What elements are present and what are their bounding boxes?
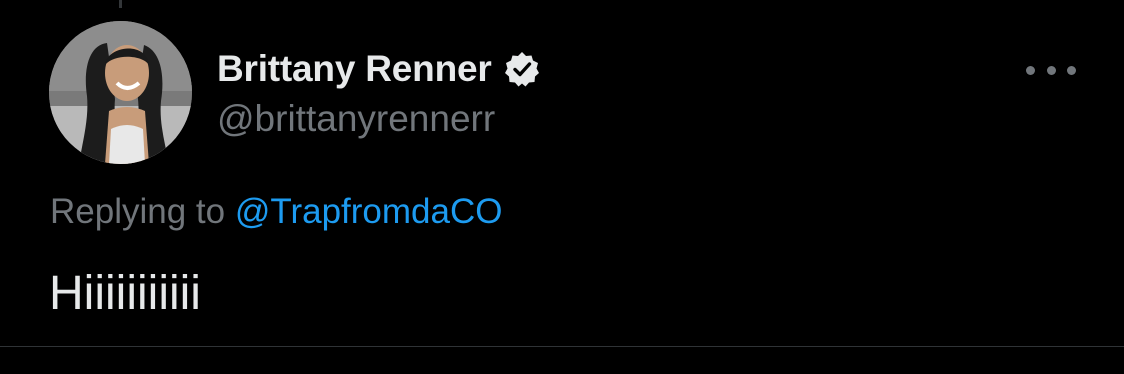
divider [0,346,1124,347]
author-handle[interactable]: @brittanyrennerr [217,98,495,140]
replying-to-mention-link[interactable]: @TrapfromdaCO [235,192,503,231]
more-horizontal-icon[interactable] [1026,56,1076,84]
profile-photo-image [49,21,192,164]
author-name-row[interactable]: Brittany Renner [217,48,540,90]
verified-badge-icon [504,52,539,87]
tweet-text: Hiiiiiiiiiii [49,267,201,320]
display-name[interactable]: Brittany Renner [217,48,492,90]
more-dot [1046,65,1056,75]
thread-connector-line [119,0,122,8]
replying-to-label: Replying to [50,192,226,231]
avatar[interactable] [49,21,192,164]
replying-to-line: Replying to @TrapfromdaCO [50,192,502,232]
more-dot [1067,65,1076,75]
more-dot [1026,65,1035,75]
